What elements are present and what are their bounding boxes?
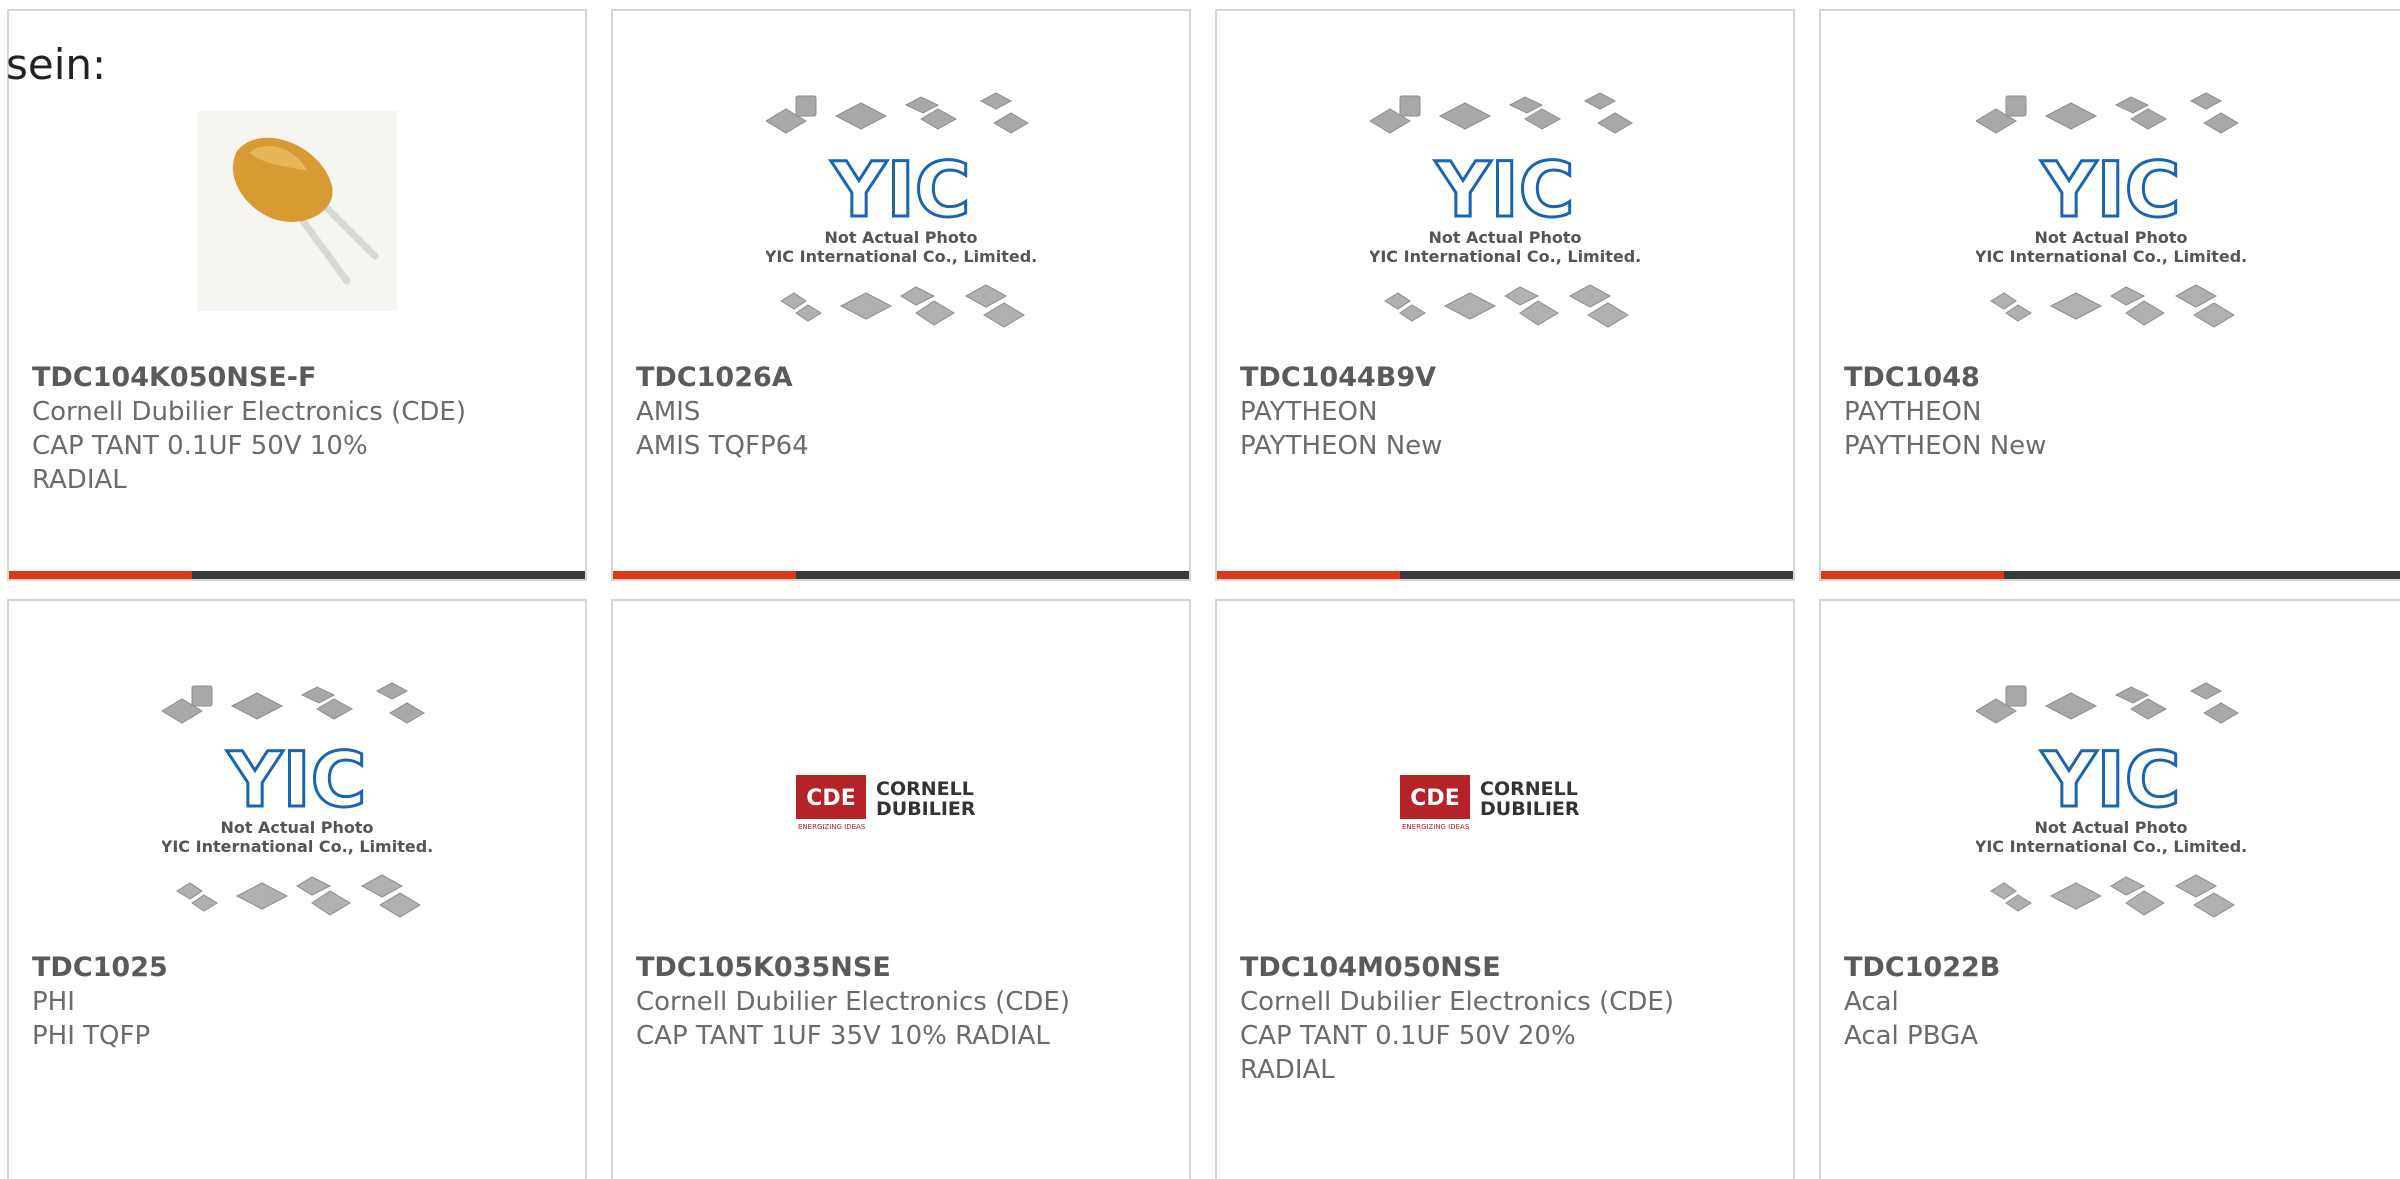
cde-logo: CDE CORNELL DUBILIER ENERGIZING IDEAS [796, 775, 976, 831]
product-image[interactable]: YIC Not Actual Photo YIC International C… [9, 661, 585, 941]
cde-line1: CORNELL [1480, 778, 1578, 800]
description: PHI TQFP [32, 1021, 151, 1051]
product-card[interactable]: YIC Not Actual Photo YIC International C… [1819, 599, 2400, 1179]
part-number[interactable]: TDC1025 [32, 951, 565, 985]
description: AMIS TQFP64 [636, 431, 809, 461]
card-bar [613, 571, 1189, 579]
part-number[interactable]: TDC104M050NSE [1240, 951, 1773, 985]
card-bar [9, 571, 585, 579]
manufacturer: PAYTHEON [1844, 397, 1982, 427]
description-continued: RADIAL [32, 465, 127, 495]
description: CAP TANT 0.1UF 50V 20% [1240, 1021, 1576, 1051]
product-image[interactable] [9, 71, 585, 351]
cde-line2: DUBILIER [1480, 798, 1580, 820]
cde-line1: CORNELL [876, 778, 974, 800]
placeholder-caption: Not Actual Photo [2034, 228, 2187, 247]
manufacturer: AMIS [636, 397, 701, 427]
description: PAYTHEON New [1240, 431, 1443, 461]
description: PAYTHEON New [1844, 431, 2047, 461]
product-card[interactable]: YIC Not Actual Photo YIC International C… [611, 9, 1191, 581]
yic-logo: YIC [830, 145, 970, 234]
card-bar-accent [1821, 571, 2004, 579]
placeholder-caption: Not Actual Photo [220, 818, 373, 837]
cde-logo: CDE CORNELL DUBILIER ENERGIZING IDEAS [1400, 775, 1580, 831]
tantalum-capacitor-image [197, 111, 397, 311]
description: CAP TANT 0.1UF 50V 10% [32, 431, 368, 461]
product-image[interactable]: YIC Not Actual Photo YIC International C… [1217, 71, 1793, 351]
cde-tagline: ENERGIZING IDEAS [798, 823, 866, 831]
placeholder-company: YIC International Co., Limited. [1976, 837, 2246, 856]
part-number[interactable]: TDC1044B9V [1240, 361, 1773, 395]
part-number[interactable]: TDC1026A [636, 361, 1169, 395]
placeholder-caption: Not Actual Photo [2034, 818, 2187, 837]
card-bar [1217, 571, 1793, 579]
manufacturer: Acal [1844, 987, 1899, 1017]
part-number[interactable]: TDC104K050NSE-F [32, 361, 565, 395]
manufacturer: Cornell Dubilier Electronics (CDE) [636, 987, 1070, 1017]
manufacturer: PAYTHEON [1240, 397, 1378, 427]
product-image[interactable]: YIC Not Actual Photo YIC International C… [1821, 661, 2400, 941]
not-actual-photo-placeholder: YIC Not Actual Photo YIC International C… [766, 92, 1036, 328]
manufacturer: Cornell Dubilier Electronics (CDE) [1240, 987, 1674, 1017]
part-number[interactable]: TDC1048 [1844, 361, 2380, 395]
card-bar [1821, 571, 2400, 579]
product-image[interactable]: CDE CORNELL DUBILIER ENERGIZING IDEAS [613, 661, 1189, 941]
product-image[interactable]: CDE CORNELL DUBILIER ENERGIZING IDEAS [1217, 661, 1793, 941]
manufacturer: Cornell Dubilier Electronics (CDE) [32, 397, 466, 427]
placeholder-caption: Not Actual Photo [824, 228, 977, 247]
part-number[interactable]: TDC1022B [1844, 951, 2380, 985]
placeholder-company: YIC International Co., Limited. [162, 837, 432, 856]
product-card[interactable]: CDE CORNELL DUBILIER ENERGIZING IDEAS TD… [1215, 599, 1795, 1179]
card-bar-accent [9, 571, 192, 579]
product-card[interactable]: CDE CORNELL DUBILIER ENERGIZING IDEAS TD… [611, 599, 1191, 1179]
product-card[interactable]: YIC Not Actual Photo YIC International C… [1819, 9, 2400, 581]
product-card[interactable]: YIC Not Actual Photo YIC International C… [7, 599, 587, 1179]
card-bar-accent [1217, 571, 1400, 579]
yic-logo: YIC [2040, 735, 2180, 824]
lead-text: sein: [6, 40, 107, 89]
cde-badge: CDE [806, 786, 855, 811]
card-bar-accent [613, 571, 796, 579]
cde-badge: CDE [1410, 786, 1459, 811]
description: Acal PBGA [1844, 1021, 1979, 1051]
yic-logo: YIC [226, 735, 366, 824]
cde-line2: DUBILIER [876, 798, 976, 820]
part-number[interactable]: TDC105K035NSE [636, 951, 1169, 985]
not-actual-photo-placeholder: YIC Not Actual Photo YIC International C… [1975, 92, 2246, 328]
yic-logo: YIC [2040, 145, 2180, 234]
cde-tagline: ENERGIZING IDEAS [1402, 823, 1470, 831]
yic-logo: YIC [1434, 145, 1574, 234]
placeholder-company: YIC International Co., Limited. [766, 247, 1036, 266]
product-card[interactable]: YIC Not Actual Photo YIC International C… [1215, 9, 1795, 581]
not-actual-photo-placeholder: YIC Not Actual Photo YIC International C… [162, 682, 432, 918]
placeholder-company: YIC International Co., Limited. [1976, 247, 2246, 266]
description: CAP TANT 1UF 35V 10% RADIAL [636, 1021, 1050, 1051]
product-card[interactable]: TDC104K050NSE-F Cornell Dubilier Electro… [7, 9, 587, 581]
placeholder-caption: Not Actual Photo [1428, 228, 1581, 247]
description-continued: RADIAL [1240, 1055, 1335, 1085]
not-actual-photo-placeholder: YIC Not Actual Photo YIC International C… [1370, 92, 1640, 328]
placeholder-company: YIC International Co., Limited. [1370, 247, 1640, 266]
product-image[interactable]: YIC Not Actual Photo YIC International C… [613, 71, 1189, 351]
manufacturer: PHI [32, 987, 75, 1017]
not-actual-photo-placeholder: YIC Not Actual Photo YIC International C… [1975, 682, 2246, 918]
product-image[interactable]: YIC Not Actual Photo YIC International C… [1821, 71, 2400, 351]
